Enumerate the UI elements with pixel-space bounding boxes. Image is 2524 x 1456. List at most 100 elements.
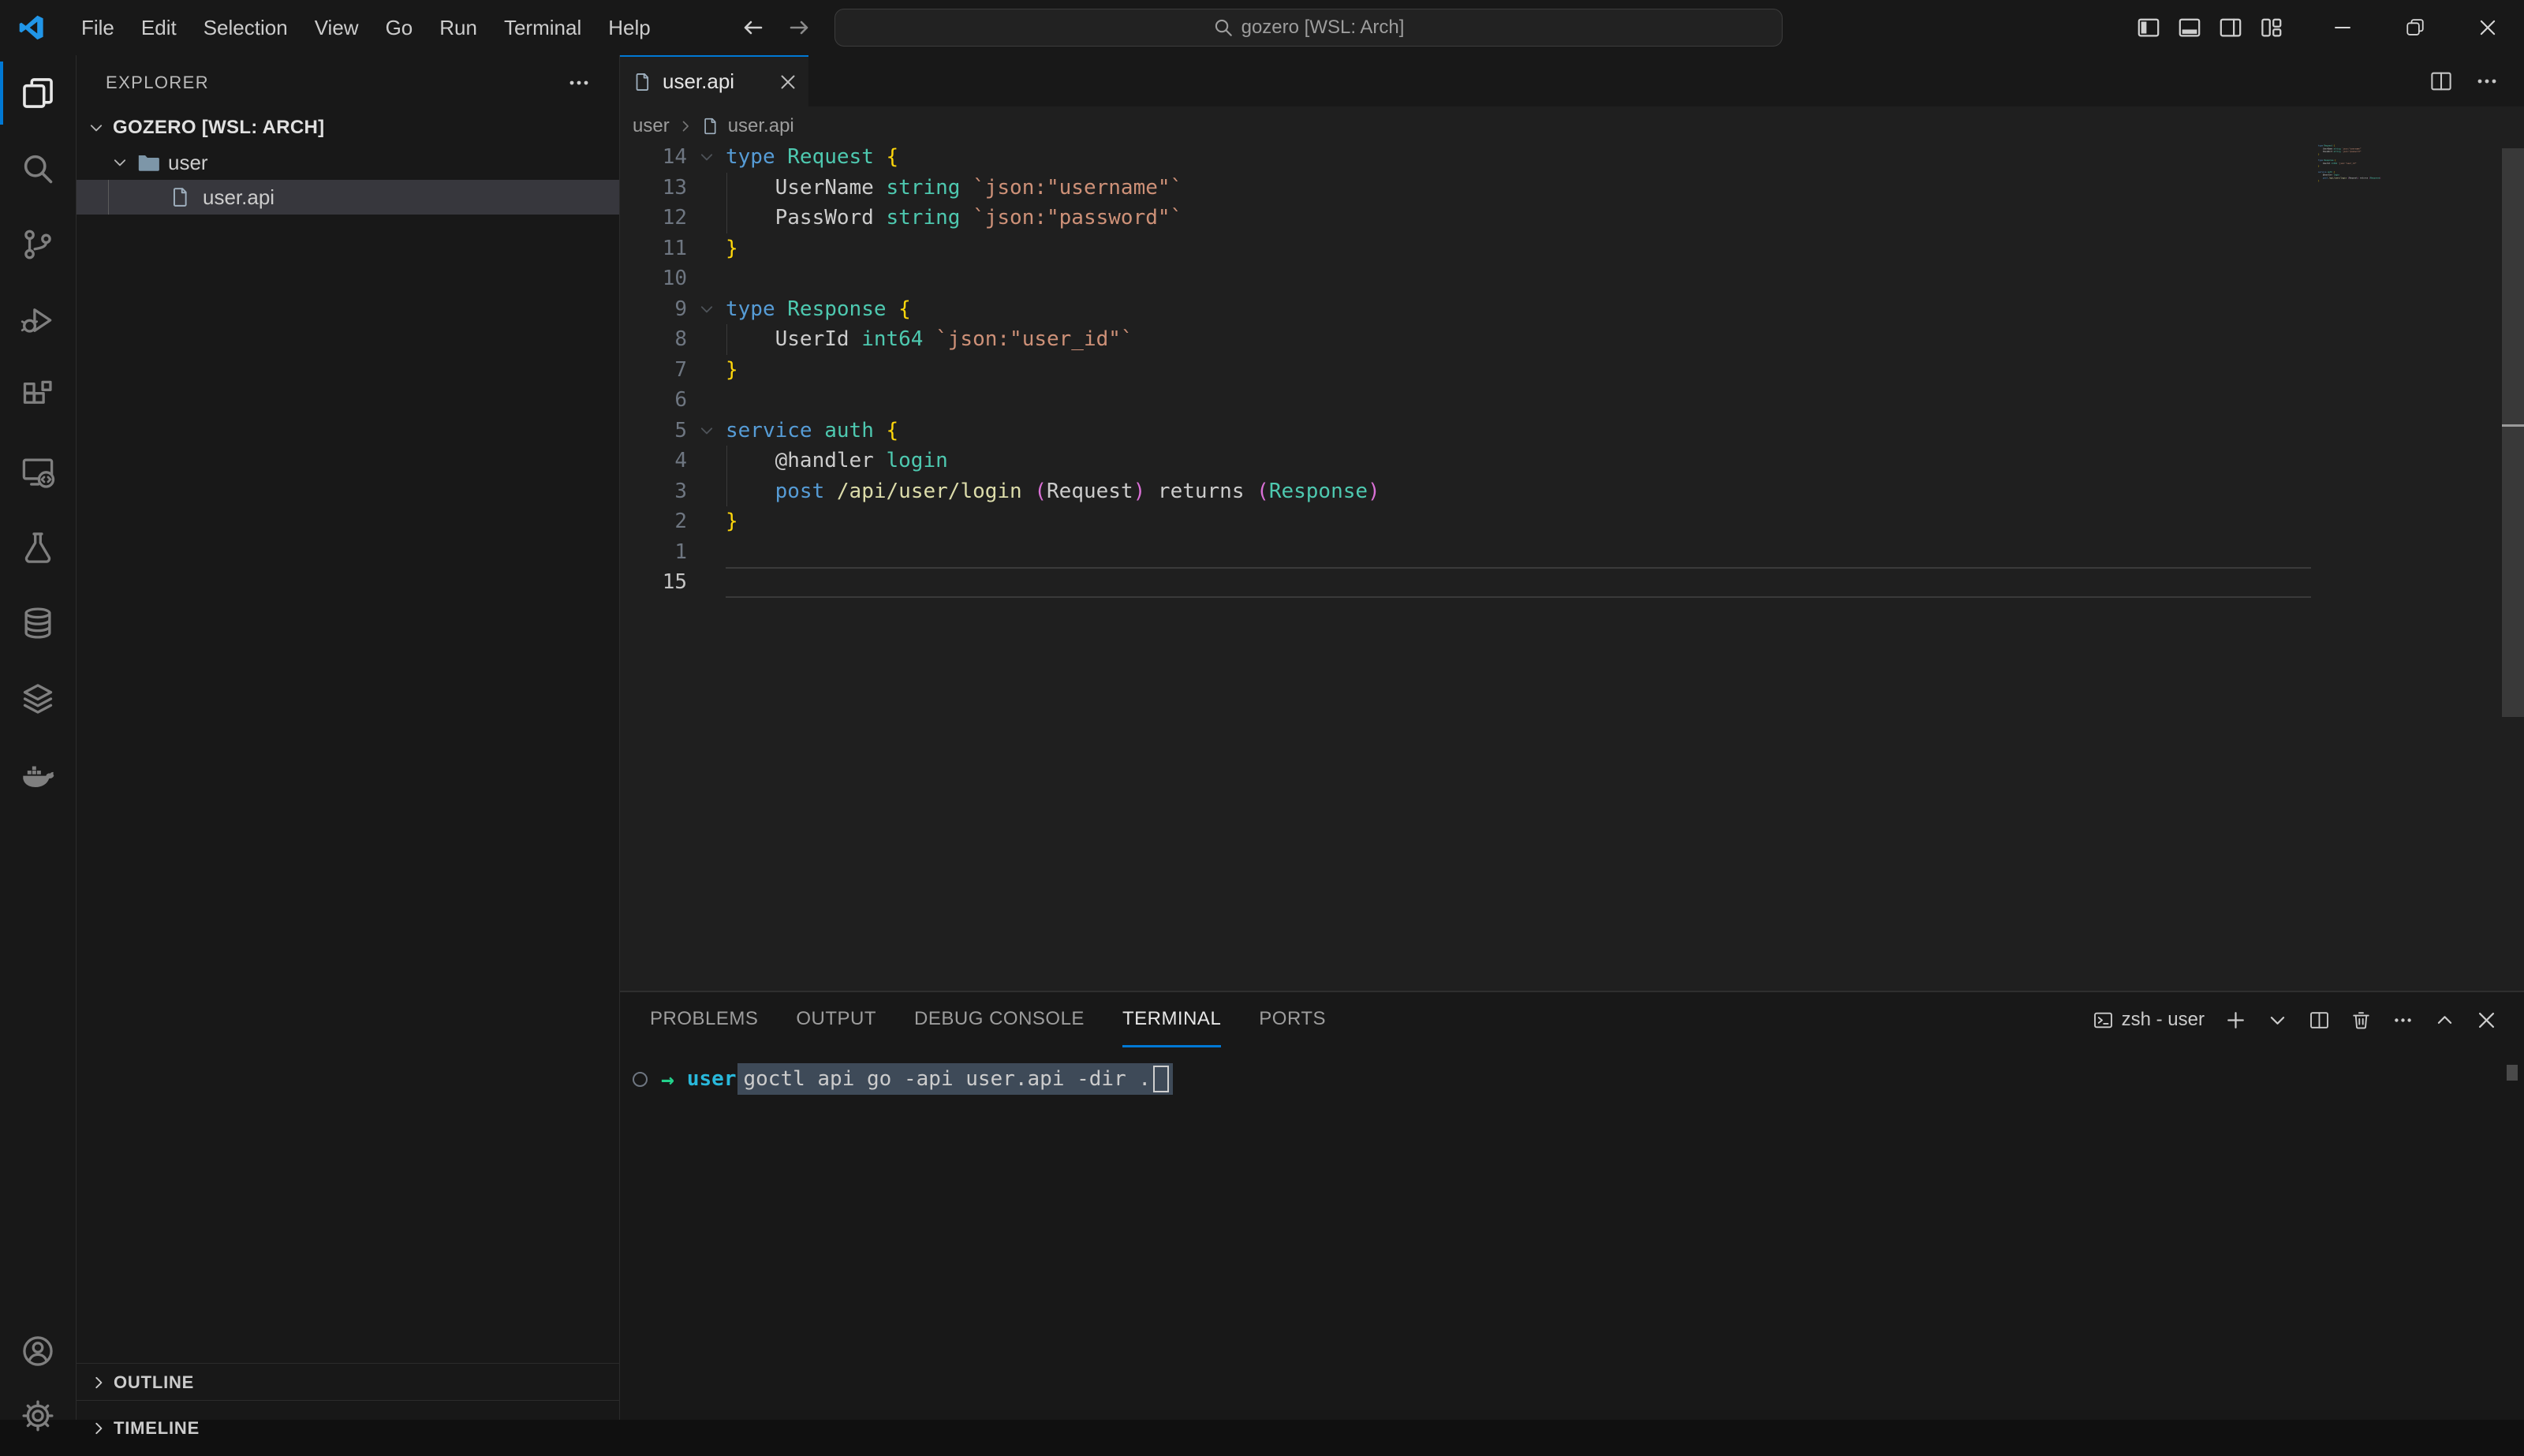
line-number[interactable]: 11	[620, 233, 687, 264]
menu-help[interactable]: Help	[595, 0, 663, 55]
line-number[interactable]: 13	[620, 173, 687, 203]
code-line-4[interactable]: 4 @handler login	[620, 446, 2524, 476]
activity-testing[interactable]	[0, 510, 76, 585]
close-button[interactable]	[2451, 0, 2524, 55]
activity-extensions[interactable]	[0, 358, 76, 434]
line-number[interactable]: 7	[620, 355, 687, 386]
code-line-11[interactable]: 11}	[620, 233, 2524, 264]
code-line-14[interactable]: 14type Request {	[620, 142, 2524, 173]
fold-chevron-icon[interactable]	[687, 301, 726, 318]
line-number[interactable]: 8	[620, 324, 687, 355]
terminal-instance-chip[interactable]: zsh - user	[2093, 1009, 2205, 1031]
code-line-13[interactable]: 13 UserName string `json:"username"`	[620, 173, 2524, 203]
restore-button[interactable]	[2379, 0, 2451, 55]
new-terminal-button[interactable]	[2225, 1010, 2246, 1031]
tree-item-user-api[interactable]: user.api	[77, 180, 619, 215]
code-line-1[interactable]: 1	[620, 537, 2524, 568]
activity-remote-explorer[interactable]	[0, 434, 76, 510]
command-center-search[interactable]: gozero [WSL: Arch]	[834, 9, 1783, 47]
line-number[interactable]: 1	[620, 537, 687, 568]
launch-profile-dropdown-button[interactable]	[2267, 1010, 2288, 1031]
kill-terminal-button[interactable]	[2350, 1010, 2372, 1031]
split-terminal-button[interactable]	[2309, 1010, 2330, 1031]
minimap[interactable]: type Request { UserName string `json:"us…	[2318, 144, 2515, 200]
activity-layers[interactable]	[0, 661, 76, 737]
panel-tab-ports[interactable]: PORTS	[1259, 992, 1326, 1047]
terminal-more-actions-button[interactable]	[2392, 1010, 2414, 1031]
code-line-6[interactable]: 6	[620, 385, 2524, 416]
customize-layout-button[interactable]	[2251, 0, 2292, 55]
line-number[interactable]: 5	[620, 416, 687, 446]
code-line-12[interactable]: 12 PassWord string `json:"password"`	[620, 203, 2524, 233]
go-back-icon[interactable]	[740, 15, 765, 40]
breadcrumb-folder[interactable]: user	[633, 115, 670, 137]
terminal-content[interactable]: → user goctl api go -api user.api -dir .	[620, 1063, 2500, 1095]
editor-more-actions-icon[interactable]	[2475, 69, 2499, 93]
code-line-5[interactable]: 5service auth {	[620, 416, 2524, 446]
minimize-button[interactable]	[2306, 0, 2379, 55]
activity-explorer[interactable]	[0, 55, 76, 131]
toggle-panel-button[interactable]	[2169, 0, 2210, 55]
terminal-command-row[interactable]: → user goctl api go -api user.api -dir .	[620, 1063, 2500, 1095]
command-decoration-circle-icon[interactable]	[633, 1072, 648, 1087]
menu-go[interactable]: Go	[372, 0, 427, 55]
tree-item-root[interactable]: GOZERO [WSL: ARCH]	[77, 110, 619, 145]
code-line-3[interactable]: 3 post /api/user/login (Request) returns…	[620, 476, 2524, 507]
line-number[interactable]: 10	[620, 263, 687, 294]
panel-tab-terminal[interactable]: TERMINAL	[1122, 992, 1221, 1047]
timeline-section-header[interactable]: TIMELINE	[77, 1400, 619, 1456]
fold-chevron-icon[interactable]	[687, 148, 726, 166]
tab-user-api[interactable]: user.api	[620, 55, 808, 106]
file-icon	[701, 117, 720, 136]
code-line-15[interactable]: 15	[620, 567, 2524, 598]
activity-source-control[interactable]	[0, 207, 76, 282]
activity-database[interactable]	[0, 585, 76, 661]
code-line-9[interactable]: 9type Response {	[620, 294, 2524, 325]
code-line-8[interactable]: 8 UserId int64 `json:"user_id"`	[620, 324, 2524, 355]
line-number[interactable]: 2	[620, 506, 687, 537]
line-number[interactable]: 3	[620, 476, 687, 507]
tree-item-user-folder[interactable]: user	[77, 145, 619, 180]
code-line-7[interactable]: 7}	[620, 355, 2524, 386]
go-forward-icon[interactable]	[787, 15, 812, 40]
tab-close-icon[interactable]	[778, 73, 797, 91]
panel-tab-problems[interactable]: PROBLEMS	[650, 992, 758, 1047]
outline-section-header[interactable]: OUTLINE	[77, 1363, 619, 1401]
split-icon	[2309, 1010, 2330, 1031]
toggle-primary-sidebar-button[interactable]	[2128, 0, 2169, 55]
panel-tab-output[interactable]: OUTPUT	[796, 992, 876, 1047]
code-editor[interactable]: 14type Request {13 UserName string `json…	[620, 142, 2524, 598]
line-number[interactable]: 6	[620, 385, 687, 416]
menu-selection[interactable]: Selection	[190, 0, 301, 55]
panel-tab-debug-console[interactable]: DEBUG CONSOLE	[914, 992, 1085, 1047]
activity-docker[interactable]	[0, 737, 76, 812]
code-line-2[interactable]: 2}	[620, 506, 2524, 537]
activity-search[interactable]	[0, 131, 76, 207]
explorer-more-actions-icon[interactable]	[567, 71, 591, 95]
minimap-token: }	[2318, 165, 2320, 167]
fold-chevron-icon[interactable]	[687, 422, 726, 439]
menu-edit[interactable]: Edit	[128, 0, 190, 55]
maximize-panel-button[interactable]	[2434, 1010, 2455, 1031]
activity-run-debug[interactable]	[0, 282, 76, 358]
close-panel-button[interactable]	[2476, 1010, 2497, 1031]
line-number[interactable]: 4	[620, 446, 687, 476]
line-number[interactable]: 9	[620, 294, 687, 325]
menu-view[interactable]: View	[301, 0, 372, 55]
line-number[interactable]: 14	[620, 142, 687, 173]
toggle-secondary-sidebar-button[interactable]	[2210, 0, 2251, 55]
split-editor-icon[interactable]	[2429, 69, 2453, 93]
terminal-scrollbar[interactable]	[2507, 1065, 2518, 1081]
token: Response	[787, 297, 886, 321]
line-number[interactable]: 12	[620, 203, 687, 233]
line-number[interactable]: 15	[620, 567, 687, 598]
breadcrumb-file[interactable]: user.api	[728, 115, 794, 137]
editor-scrollbar[interactable]	[2502, 148, 2524, 717]
activity-settings[interactable]	[0, 1378, 75, 1454]
token: }	[726, 237, 738, 260]
menu-terminal[interactable]: Terminal	[491, 0, 595, 55]
menu-file[interactable]: File	[68, 0, 128, 55]
menu-run[interactable]: Run	[426, 0, 491, 55]
terminal-command-selection: goctl api go -api user.api -dir .	[737, 1063, 1173, 1095]
code-line-10[interactable]: 10	[620, 263, 2524, 294]
